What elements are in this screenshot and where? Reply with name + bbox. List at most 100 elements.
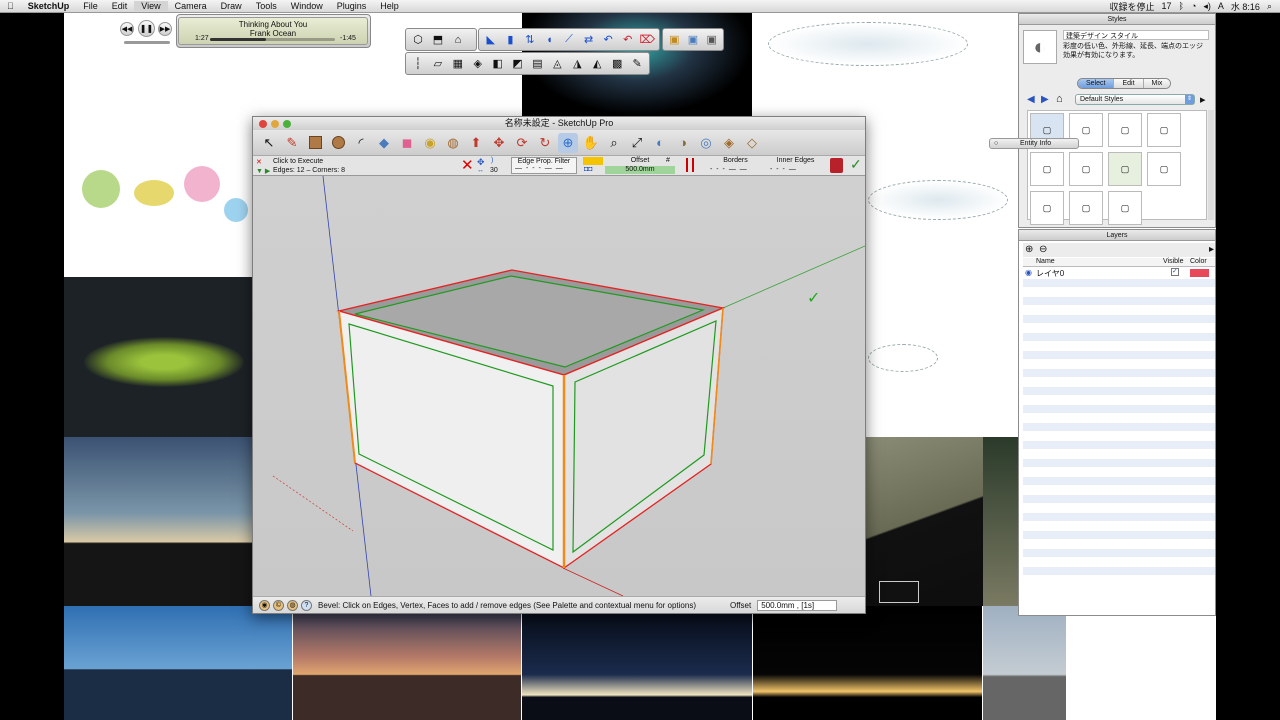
column-color[interactable]: Color <box>1190 258 1207 265</box>
layer-color-swatch[interactable] <box>1190 269 1209 277</box>
layer-name[interactable]: レイヤ0 <box>1036 268 1064 279</box>
bevel-erase-icon[interactable]: ⌦ <box>639 31 657 49</box>
bevel-edge-icon[interactable]: ◣ <box>482 31 500 49</box>
iso-view-icon[interactable]: ⬡ <box>409 31 427 49</box>
active-layer-radio-icon[interactable]: ◉ <box>1025 268 1032 277</box>
inner-edges-styles[interactable]: - - - — <box>770 166 797 173</box>
style-library-dropdown[interactable]: Default Styles <box>1075 94 1195 105</box>
from-contours-icon[interactable]: ▱ <box>429 55 447 73</box>
style-thumb[interactable]: ▢ <box>1069 191 1103 225</box>
bevel-diagonal-icon[interactable]: ⟋ <box>560 31 578 49</box>
apple-icon[interactable]:  <box>0 1 21 11</box>
geo-location-icon[interactable]: ◉ <box>259 599 270 611</box>
pause-button[interactable]: ❚❚ <box>138 20 155 37</box>
tab-edit[interactable]: Edit <box>1114 79 1144 88</box>
spotlight-icon[interactable]: ⌕ <box>1267 1 1272 12</box>
layer-visible-checkbox[interactable]: ✓ <box>1171 268 1179 276</box>
progress-track[interactable] <box>210 38 335 41</box>
confirm-check-icon[interactable]: ✓ <box>850 156 862 173</box>
vcb-field[interactable]: 500.0mm , [1s] <box>757 599 838 611</box>
front-view-icon[interactable]: ⌂ <box>449 31 467 49</box>
menu-app[interactable]: SketchUp <box>21 1 77 11</box>
menubar-clock[interactable]: 水 8:16 <box>1231 0 1260 13</box>
exit-tool-icon[interactable] <box>830 158 843 173</box>
edge-filter-box[interactable]: Edge Prop. Filter — - - - — — <box>511 157 577 174</box>
previous-view-icon[interactable]: ◐ <box>650 133 670 153</box>
menu-help[interactable]: Help <box>373 1 406 11</box>
close-window-button[interactable] <box>259 120 267 128</box>
menu-plugins[interactable]: Plugins <box>330 1 374 11</box>
bevel-split-icon[interactable]: ⇄ <box>580 31 598 49</box>
pencil-tool-icon[interactable]: ✎ <box>282 133 302 153</box>
xray-style-icon[interactable]: ▣ <box>666 31 683 49</box>
volume-icon[interactable]: ◂) <box>1203 1 1211 12</box>
previous-track-button[interactable]: ◀◀ <box>120 22 134 36</box>
volume-slider[interactable] <box>124 41 170 44</box>
style-thumb[interactable]: ▢ <box>1069 152 1103 186</box>
zoom-tool-icon[interactable]: ⌕ <box>604 133 624 153</box>
shaded-style-icon[interactable]: ▣ <box>685 31 702 49</box>
rectangle-tool-icon[interactable] <box>305 133 325 153</box>
style-description[interactable]: 彩度の低い色、外形線、延長、端点のエッジ効果が有効になります。 <box>1063 42 1209 60</box>
select-tool-icon[interactable]: ↖ <box>259 133 279 153</box>
textured-style-icon[interactable]: ▣ <box>703 31 720 49</box>
bevel-updown-icon[interactable]: ⇅ <box>521 31 539 49</box>
execute-arrow-icon[interactable]: ▼ ▶ <box>256 167 270 175</box>
orbit-tool-icon[interactable]: ⊕ <box>558 132 578 153</box>
move-tool-icon[interactable]: ✥ <box>489 133 509 153</box>
circle-tool-icon[interactable] <box>328 133 348 153</box>
follow-me-icon[interactable]: ↻ <box>535 133 555 153</box>
bevel-red-curve-icon[interactable]: ↶ <box>619 31 637 49</box>
zoom-window-button[interactable] <box>283 120 291 128</box>
bevel-curve-icon[interactable]: ↶ <box>599 31 617 49</box>
extension-warehouse-icon[interactable]: ◇ <box>742 133 762 153</box>
eraser-tool-icon[interactable]: ◼ <box>397 133 417 153</box>
next-track-button[interactable]: ▶▶ <box>158 22 172 36</box>
drape-icon[interactable]: ◩ <box>509 55 527 73</box>
menu-camera[interactable]: Camera <box>168 1 214 11</box>
offset-mode-icons[interactable]: ◘◘ <box>584 166 592 173</box>
model-canvas[interactable] <box>253 176 865 596</box>
layers-details-arrow-icon[interactable]: ▸ <box>1209 244 1214 255</box>
mesh-icon[interactable]: ▩ <box>608 55 626 73</box>
bevel-round-icon[interactable]: ◖ <box>541 31 559 49</box>
make-component-icon[interactable]: ◆ <box>374 133 394 153</box>
menu-draw[interactable]: Draw <box>214 1 249 11</box>
horizontal-arrows-icon[interactable]: ↔ <box>477 167 484 174</box>
delete-layer-icon[interactable]: ⊖ <box>1039 244 1047 255</box>
get-models-icon[interactable]: ◎ <box>696 133 716 153</box>
wifi-icon[interactable]: ◔ <box>1191 1 1196 11</box>
home-icon[interactable]: ⌂ <box>1056 93 1063 105</box>
next-view-icon[interactable]: ◑ <box>673 133 693 153</box>
pan-tool-icon[interactable]: ✋ <box>581 133 601 153</box>
segment-count[interactable]: 30 <box>490 167 498 174</box>
calendar-icon[interactable]: 17 <box>1162 1 1172 11</box>
forward-arrow-icon[interactable]: ▶ <box>1041 94 1049 105</box>
input-menu[interactable]: A <box>1218 1 1224 11</box>
arc-tool-icon[interactable]: ◜ <box>351 133 371 153</box>
tab-select[interactable]: Select <box>1078 79 1115 88</box>
bluetooth-icon[interactable]: ᛒ <box>1179 1 1184 11</box>
tape-measure-icon[interactable]: ◉ <box>420 133 440 153</box>
model-viewport[interactable]: ✓ <box>253 176 865 596</box>
style-thumb[interactable]: ▢ <box>1147 152 1181 186</box>
zoom-extents-icon[interactable]: ⤢ <box>627 133 647 153</box>
push-pull-icon[interactable]: ⬆ <box>466 133 486 153</box>
smoove-icon[interactable]: ◈ <box>469 55 487 73</box>
offset-color-swatch[interactable] <box>583 157 603 165</box>
top-view-icon[interactable]: ⬒ <box>429 31 447 49</box>
paint-bucket-icon[interactable]: ◍ <box>443 133 463 153</box>
layer-row[interactable]: ◉ レイヤ0 ✓ <box>1023 268 1215 278</box>
menu-view[interactable]: View <box>134 1 168 11</box>
column-visible[interactable]: Visible <box>1163 258 1184 265</box>
back-arrow-icon[interactable]: ◀ <box>1027 94 1035 105</box>
style-thumb[interactable]: ▢ <box>1030 191 1064 225</box>
style-preview-icon[interactable]: ◐ <box>1023 30 1057 64</box>
style-name-field[interactable]: 建築デザイン スタイル <box>1063 30 1209 40</box>
minimize-window-button[interactable] <box>271 120 279 128</box>
stop-recording-status[interactable]: 収録を停止 <box>1110 0 1155 13</box>
column-name[interactable]: Name <box>1036 258 1055 265</box>
arc-segment-icon[interactable]: ) <box>491 157 493 164</box>
credits-icon[interactable]: © <box>273 599 284 611</box>
stamp-icon[interactable]: ◧ <box>489 55 507 73</box>
